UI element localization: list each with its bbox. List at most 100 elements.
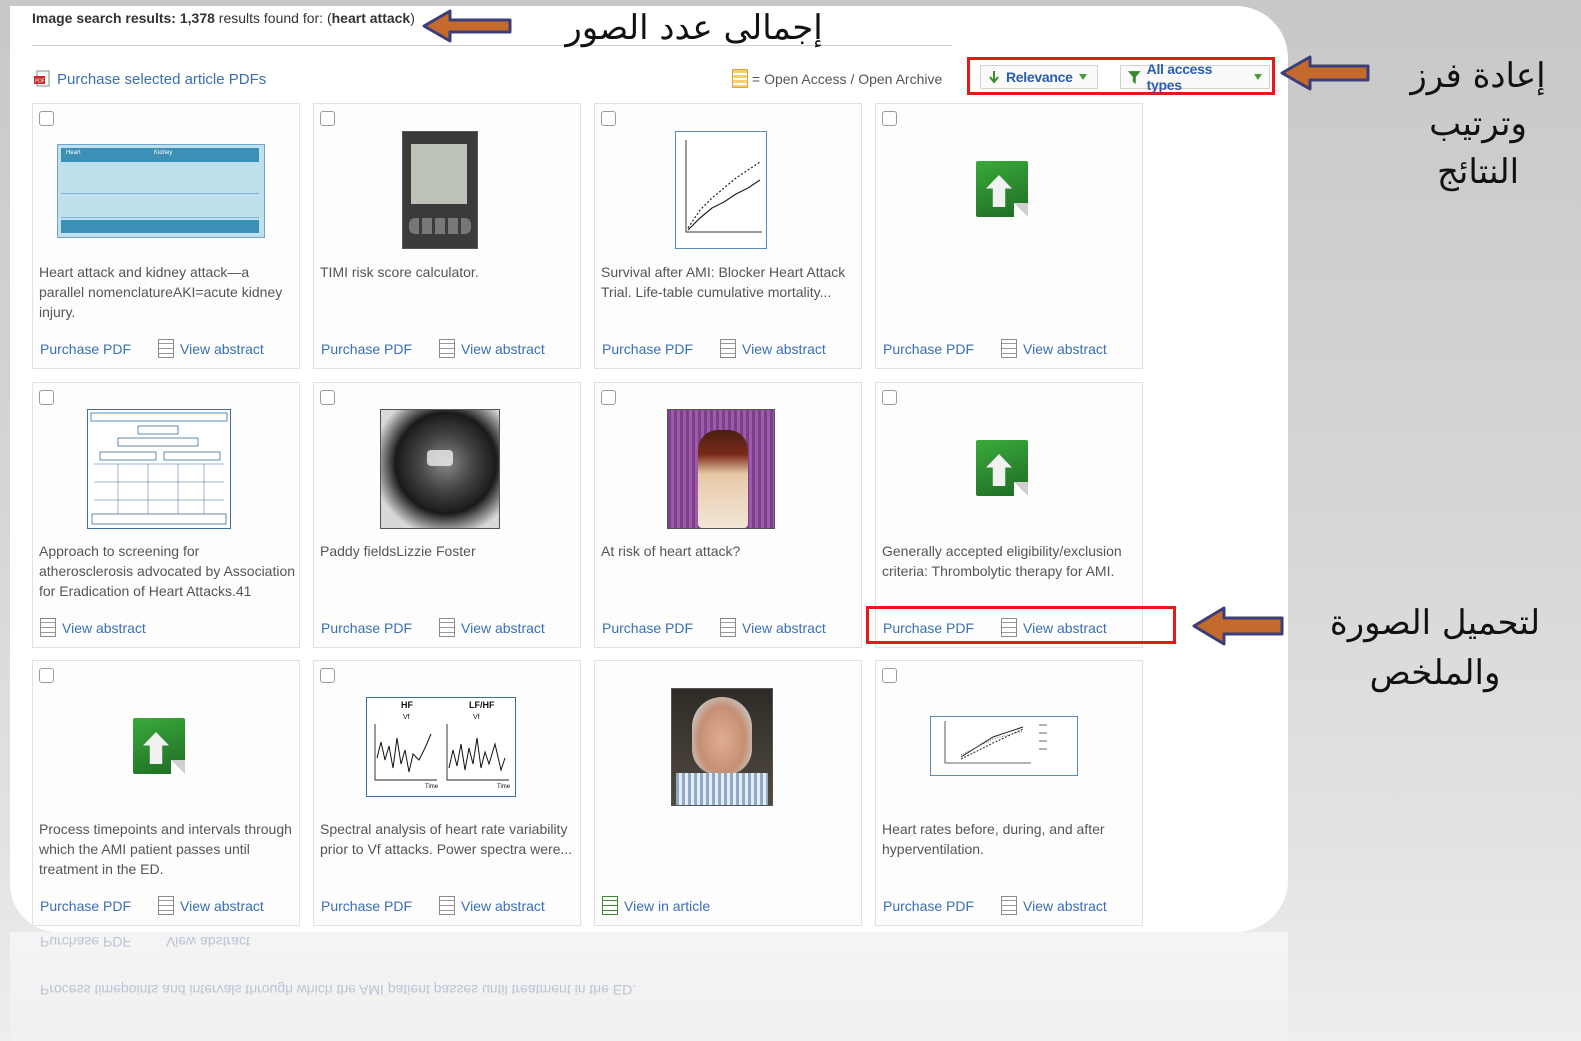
purchase-pdf-link[interactable]: Purchase PDF	[321, 620, 439, 636]
document-icon	[1001, 896, 1017, 915]
view-abstract-link[interactable]: View abstract	[158, 896, 264, 915]
view-abstract-label: View abstract	[461, 897, 545, 914]
purchase-pdf-link[interactable]: Purchase PDF	[883, 898, 1001, 914]
sort-dropdown[interactable]: Relevance	[980, 65, 1098, 89]
document-icon	[40, 618, 56, 637]
view-abstract-link[interactable]: View abstract	[439, 339, 545, 358]
view-abstract-link[interactable]: View abstract	[1001, 896, 1107, 915]
view-abstract-link[interactable]: View abstract	[439, 896, 545, 915]
select-checkbox[interactable]	[39, 390, 54, 405]
heart-rate-plot	[944, 721, 1047, 764]
device-screen	[411, 144, 467, 204]
result-caption: TIMI risk score calculator.	[320, 264, 479, 280]
view-abstract-link[interactable]: View abstract	[720, 339, 826, 358]
result-thumbnail[interactable]	[667, 409, 775, 529]
select-checkbox[interactable]	[882, 390, 897, 405]
result-thumbnail[interactable]	[671, 688, 773, 806]
result-caption: Heart attack and kidney attack—a paralle…	[39, 264, 283, 320]
result-card: TIMI risk score calculator. Purchase PDF…	[313, 103, 581, 369]
arrow-left-icon	[1192, 606, 1284, 646]
result-thumbnail[interactable]: Heart Kidney	[57, 144, 265, 238]
card-actions: View abstract	[40, 618, 298, 637]
purchase-selected-label: Purchase selected article PDFs	[57, 70, 267, 88]
annotation-total-images: إجمالى عدد الصور	[565, 8, 823, 48]
result-thumbnail[interactable]	[380, 409, 500, 529]
download-links-highlight	[866, 606, 1176, 644]
sort-label: Relevance	[1006, 69, 1073, 85]
purchase-pdf-link[interactable]: Purchase PDF	[602, 341, 720, 357]
result-thumbnail[interactable]	[976, 440, 1032, 500]
chevron-down-icon	[1254, 74, 1262, 80]
result-card: Heart rates before, during, and after hy…	[875, 660, 1143, 926]
card-actions: View in article	[602, 896, 860, 915]
result-card: View in article	[594, 660, 862, 926]
purchase-pdf-link[interactable]: Purchase PDF	[321, 341, 439, 357]
purchase-pdf-link[interactable]: Purchase PDF	[40, 341, 158, 357]
vf-label: Vf	[403, 714, 410, 721]
result-caption: Approach to screening for atherosclerosi…	[39, 543, 296, 599]
purchase-selected-link[interactable]: PDF Purchase selected article PDFs	[32, 69, 266, 89]
result-thumbnail[interactable]: HF LF/HF Vf Vf Time Time	[366, 697, 516, 797]
view-abstract-label: View abstract	[461, 340, 545, 357]
arrow-left-icon	[422, 9, 512, 43]
photo-face	[692, 697, 752, 775]
view-abstract-link[interactable]: View abstract	[720, 618, 826, 637]
chevron-down-icon	[1078, 74, 1087, 80]
purchase-pdf-link[interactable]: Purchase PDF	[40, 898, 158, 914]
select-checkbox[interactable]	[882, 111, 897, 126]
table-footer-band	[61, 220, 259, 233]
panel-reflection: Purchase PDF View abstract Process timep…	[10, 932, 1288, 1041]
view-abstract-label: View abstract	[1023, 897, 1107, 914]
survival-curve-plot	[685, 140, 762, 233]
device-buttons	[409, 218, 471, 234]
document-icon	[158, 896, 174, 915]
card-actions: Purchase PDF View abstract	[321, 618, 579, 637]
spectral-plot	[374, 724, 509, 781]
reflection-links: Purchase PDF View abstract	[40, 934, 250, 950]
view-abstract-label: View abstract	[180, 340, 264, 357]
purchase-pdf-link[interactable]: Purchase PDF	[602, 620, 720, 636]
result-thumbnail[interactable]	[402, 131, 478, 249]
result-thumbnail[interactable]	[87, 409, 231, 529]
purchase-pdf-link[interactable]: Purchase PDF	[321, 898, 439, 914]
purchase-pdf-link[interactable]: Purchase PDF	[883, 341, 1001, 357]
results-toolbar: PDF Purchase selected article PDFs = Ope…	[32, 57, 1275, 96]
select-checkbox[interactable]	[882, 668, 897, 683]
annotation-download: لتحميل الصورة والملخص	[1329, 603, 1541, 693]
pdf-icon: PDF	[34, 70, 50, 87]
result-thumbnail[interactable]	[930, 716, 1078, 776]
card-actions: Purchase PDF View abstract	[40, 896, 298, 915]
time-axis-label: Time	[425, 784, 439, 790]
select-checkbox[interactable]	[601, 390, 616, 405]
result-caption: Generally accepted eligibility/exclusion…	[882, 543, 1122, 579]
view-abstract-link[interactable]: View abstract	[1001, 339, 1107, 358]
select-checkbox[interactable]	[320, 111, 335, 126]
photo-figure	[698, 430, 748, 528]
reflection-text: Process timepoints and intervals through…	[40, 982, 637, 998]
select-checkbox[interactable]	[320, 390, 335, 405]
view-abstract-label: View abstract	[62, 619, 146, 636]
view-abstract-link[interactable]: View abstract	[158, 339, 264, 358]
results-close: )	[410, 10, 415, 26]
select-checkbox[interactable]	[601, 111, 616, 126]
select-checkbox[interactable]	[320, 668, 335, 683]
result-thumbnail[interactable]	[133, 718, 189, 778]
arrow-left-icon	[1280, 55, 1370, 91]
view-abstract-link[interactable]: View abstract	[40, 618, 146, 637]
select-checkbox[interactable]	[39, 668, 54, 683]
select-checkbox[interactable]	[39, 111, 54, 126]
card-actions: Purchase PDF View abstract	[602, 339, 860, 358]
card-actions: Purchase PDF View abstract	[40, 339, 298, 358]
result-thumbnail[interactable]	[976, 161, 1032, 221]
card-actions: Purchase PDF View abstract	[321, 896, 579, 915]
view-in-article-link[interactable]: View in article	[602, 896, 710, 915]
view-abstract-link[interactable]: View abstract	[439, 618, 545, 637]
image-placeholder-icon	[133, 718, 187, 778]
access-filter-dropdown[interactable]: All access types	[1120, 61, 1270, 93]
result-thumbnail[interactable]	[675, 131, 767, 249]
view-abstract-label: View abstract	[461, 619, 545, 636]
results-suffix: results found for: (	[218, 10, 332, 26]
results-summary: Image search results: 1,378 results foun…	[32, 10, 415, 26]
document-icon	[720, 618, 736, 637]
document-icon	[158, 339, 174, 358]
